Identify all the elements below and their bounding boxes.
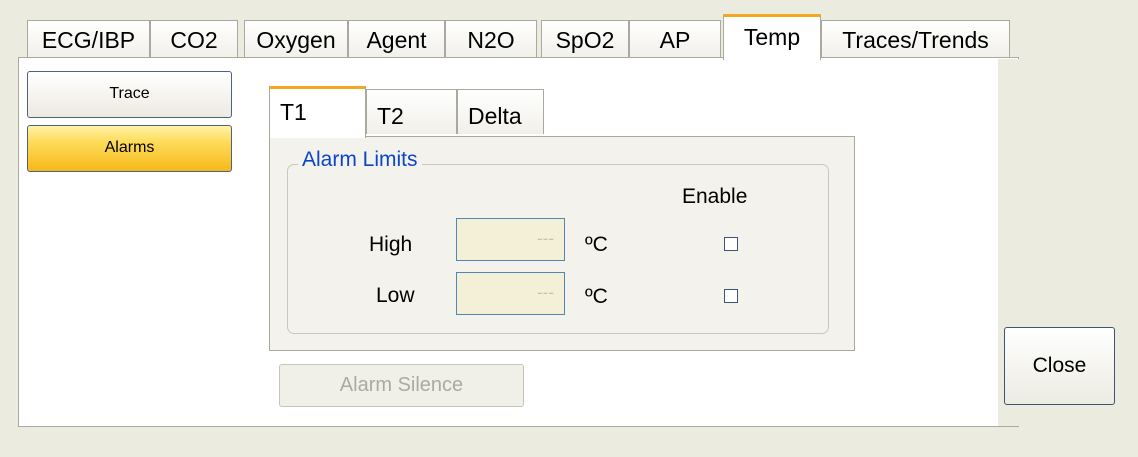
tab-traces-trends[interactable]: Traces/Trends [821,20,1010,58]
t1-panel: Alarm Limits Enable High --- ºC Low --- … [269,136,855,351]
close-button[interactable]: Close [1004,327,1115,405]
alarm-limits-group: Alarm Limits Enable High --- ºC Low --- … [287,148,829,334]
tab-ecg-ibp[interactable]: ECG/IBP [27,20,150,58]
alarm-limits-title: Alarm Limits [298,148,422,172]
high-limit-input[interactable]: --- [456,218,565,261]
tab-temp[interactable]: Temp [723,14,821,60]
low-enable-checkbox[interactable] [724,289,738,303]
tab-n2o[interactable]: N2O [445,20,537,58]
low-limit-input[interactable]: --- [456,272,565,315]
tab-co2[interactable]: CO2 [150,20,238,58]
enable-header: Enable [682,185,748,208]
temp-panel: Trace Alarms T1 T2 Delta Alarm Limits En… [18,57,1037,427]
trace-button[interactable]: Trace [27,71,232,118]
high-enable-checkbox[interactable] [724,237,738,251]
low-unit: ºC [585,285,608,308]
alarms-button[interactable]: Alarms [27,125,232,172]
high-label: High [369,233,413,256]
tab-t2[interactable]: T2 [366,89,457,134]
tab-agent[interactable]: Agent [348,20,445,58]
tab-spo2[interactable]: SpO2 [541,20,629,58]
tab-delta[interactable]: Delta [457,89,544,134]
tab-ap[interactable]: AP [629,20,721,58]
high-unit: ºC [585,233,608,256]
tab-oxygen[interactable]: Oxygen [244,20,348,58]
alarm-silence-button[interactable]: Alarm Silence [279,364,524,407]
tab-t1[interactable]: T1 [269,86,366,138]
low-label: Low [376,284,415,307]
